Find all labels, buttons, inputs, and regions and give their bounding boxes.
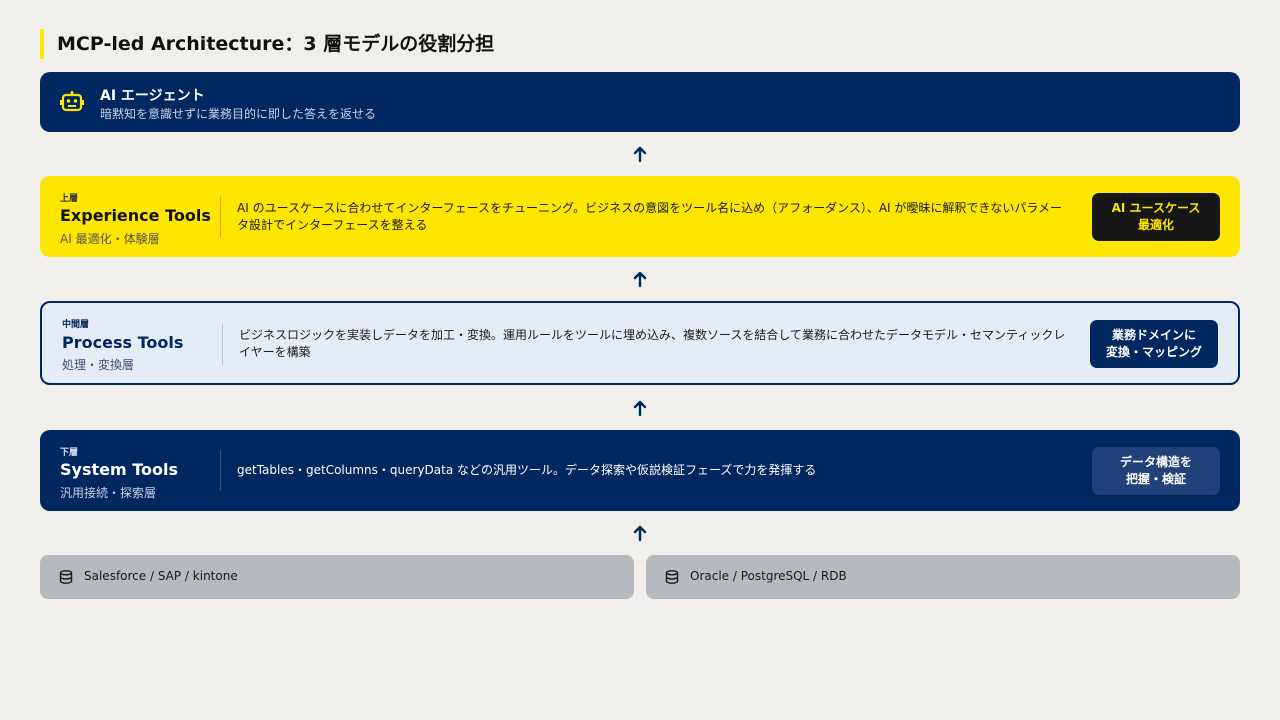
layer-name: Process Tools	[62, 333, 184, 352]
arrow-up-icon	[633, 271, 647, 288]
database-icon	[665, 570, 679, 584]
layer-tag: 上層	[60, 194, 79, 204]
database-icon	[59, 570, 73, 584]
agent-name: AI エージェント	[100, 88, 205, 104]
layer-name: System Tools	[60, 460, 178, 479]
divider	[220, 450, 221, 491]
layer-description: ビジネスロジックを実装しデータを加工・変換。運用ルールをツールに埋め込み、複数ソ…	[239, 328, 1066, 359]
data-source-label: Salesforce / SAP / kintone	[84, 569, 238, 583]
agent-description: 暗黙知を意識せずに業務目的に即した答えを返せる	[100, 107, 377, 121]
layer-badge: 業務ドメインに 変換・マッピング	[1090, 320, 1218, 368]
divider	[222, 324, 223, 365]
arrow-up-icon	[633, 525, 647, 542]
process-layer: 中間層 Process Tools 処理・変換層 ビジネスロジックを実装しデータ…	[40, 301, 1240, 385]
data-source-saas: Salesforce / SAP / kintone	[40, 555, 634, 599]
layer-subtitle: 汎用接続・探索層	[60, 486, 157, 500]
layer-tag: 下層	[60, 448, 79, 458]
experience-layer: 上層 Experience Tools AI 最適化・体験層 AI のユースケー…	[40, 176, 1240, 257]
page-title: MCP-led Architecture：3 層モデルの役割分担	[40, 29, 494, 59]
divider	[220, 196, 221, 237]
layer-description: getTables・getColumns・queryData などの汎用ツール。…	[237, 463, 817, 477]
layer-subtitle: AI 最適化・体験層	[60, 232, 160, 246]
data-source-rdb: Oracle / PostgreSQL / RDB	[646, 555, 1240, 599]
system-layer: 下層 System Tools 汎用接続・探索層 getTables・getCo…	[40, 430, 1240, 511]
layer-badge: データ構造を 把握・検証	[1092, 447, 1220, 495]
layer-badge: AI ユースケース 最適化	[1092, 193, 1220, 241]
arrow-up-icon	[633, 400, 647, 417]
layer-description: AI のユースケースに合わせてインターフェースをチューニング。ビジネスの意図をツ…	[237, 201, 1063, 232]
layer-name: Experience Tools	[60, 206, 211, 225]
layer-subtitle: 処理・変換層	[62, 358, 135, 372]
data-source-label: Oracle / PostgreSQL / RDB	[690, 569, 847, 583]
arrow-up-icon	[633, 146, 647, 163]
robot-icon	[60, 91, 84, 112]
layer-tag: 中間層	[62, 320, 90, 330]
ai-agent-box: AI エージェント 暗黙知を意識せずに業務目的に即した答えを返せる	[40, 72, 1240, 132]
